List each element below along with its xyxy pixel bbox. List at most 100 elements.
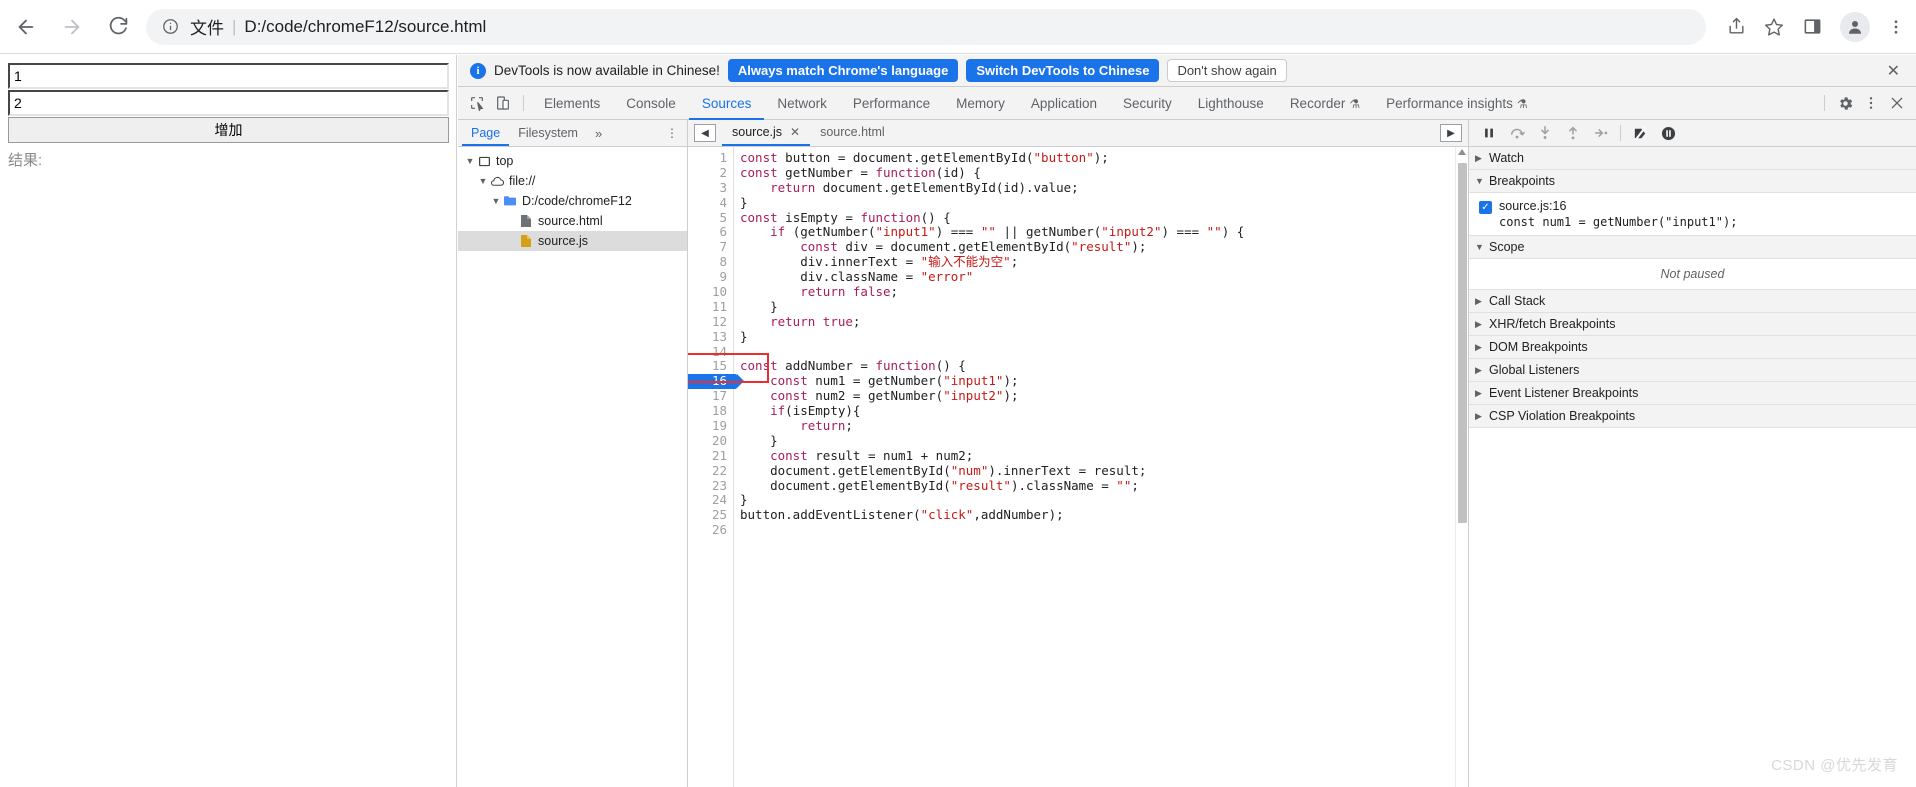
- code-line[interactable]: [740, 345, 1468, 360]
- tab-lighthouse[interactable]: Lighthouse: [1185, 88, 1277, 120]
- chevron-down-icon[interactable]: ▼: [464, 156, 476, 166]
- code-line[interactable]: return false;: [740, 284, 1468, 300]
- code-line[interactable]: }: [740, 195, 1468, 211]
- close-devtools-icon[interactable]: [1884, 90, 1910, 116]
- line-number[interactable]: 9: [688, 269, 733, 285]
- tab-memory[interactable]: Memory: [943, 88, 1018, 120]
- line-number[interactable]: 15: [688, 359, 733, 374]
- pause-on-exceptions-icon[interactable]: [1654, 120, 1682, 146]
- line-number[interactable]: 6: [688, 225, 733, 240]
- always-match-language-button[interactable]: Always match Chrome's language: [727, 59, 959, 82]
- tab-elements[interactable]: Elements: [531, 88, 613, 120]
- tab-console[interactable]: Console: [613, 88, 689, 120]
- line-number[interactable]: 14: [688, 344, 733, 360]
- code-line[interactable]: document.getElementById("num").innerText…: [740, 463, 1468, 479]
- address-bar[interactable]: 文件 | D:/code/chromeF12/source.html: [146, 8, 1706, 45]
- inspect-element-icon[interactable]: [464, 90, 490, 116]
- side-panel-icon[interactable]: [1794, 9, 1830, 45]
- line-number[interactable]: 10: [688, 284, 733, 300]
- code-line[interactable]: div.className = "error": [740, 269, 1468, 285]
- line-number[interactable]: 26: [688, 522, 733, 538]
- line-number[interactable]: 21: [688, 448, 733, 464]
- share-icon[interactable]: [1718, 9, 1754, 45]
- section-csp-violation-breakpoints[interactable]: ▶ CSP Violation Breakpoints: [1469, 405, 1916, 428]
- line-number[interactable]: 25: [688, 507, 733, 523]
- tab-performance[interactable]: Performance: [840, 88, 943, 120]
- tree-item-folder[interactable]: ▼ D:/code/chromeF12: [458, 191, 687, 211]
- code-line[interactable]: return true;: [740, 314, 1468, 330]
- line-number[interactable]: 8: [688, 254, 733, 270]
- scrollbar-thumb[interactable]: [1458, 163, 1467, 523]
- code-line[interactable]: div.innerText = "输入不能为空";: [740, 254, 1468, 270]
- dont-show-again-button[interactable]: Don't show again: [1167, 59, 1287, 82]
- close-icon[interactable]: ✕: [790, 119, 800, 145]
- navigator-more-tabs-icon[interactable]: »: [587, 126, 610, 141]
- pause-icon[interactable]: [1475, 120, 1503, 146]
- code-text[interactable]: const button = document.getElementById("…: [734, 147, 1468, 787]
- banner-close-icon[interactable]: ✕: [1877, 61, 1910, 81]
- code-line[interactable]: }: [740, 329, 1468, 345]
- line-number[interactable]: 23: [688, 478, 733, 494]
- forward-button[interactable]: [52, 7, 92, 47]
- step-into-icon[interactable]: [1531, 120, 1559, 146]
- step-icon[interactable]: [1587, 120, 1615, 146]
- navigator-kebab-icon[interactable]: ⋮: [657, 126, 687, 140]
- line-number-gutter[interactable]: 1 2 3 4 5 6 7 8 9 10 11 12 13 14 15 16 17 18 19 20 21 22 23 24 2…: [688, 147, 744, 787]
- code-line[interactable]: return document.getElementById(id).value…: [740, 180, 1468, 196]
- device-toolbar-icon[interactable]: [490, 90, 516, 116]
- section-call-stack[interactable]: ▶ Call Stack: [1469, 290, 1916, 313]
- tree-item-top[interactable]: ▼ top: [458, 151, 687, 171]
- code-line[interactable]: document.getElementById("result").classN…: [740, 478, 1468, 494]
- code-line[interactable]: const num1 = getNumber("input1");: [740, 373, 1468, 389]
- code-line[interactable]: return;: [740, 418, 1468, 434]
- section-dom-breakpoints[interactable]: ▶ DOM Breakpoints: [1469, 336, 1916, 359]
- line-number[interactable]: 22: [688, 463, 733, 479]
- code-line[interactable]: [740, 523, 1468, 538]
- chevron-down-icon[interactable]: ▼: [490, 196, 502, 206]
- line-number[interactable]: 5: [688, 210, 733, 226]
- code-line[interactable]: if (getNumber("input1") === "" || getNum…: [740, 225, 1468, 240]
- add-button[interactable]: 增加: [8, 117, 449, 143]
- line-number[interactable]: 24: [688, 493, 733, 508]
- code-line[interactable]: const getNumber = function(id) {: [740, 165, 1468, 181]
- code-line[interactable]: const button = document.getElementById("…: [740, 150, 1468, 166]
- section-event-listener-breakpoints[interactable]: ▶ Event Listener Breakpoints: [1469, 382, 1916, 405]
- tree-item-source-html[interactable]: source.html: [458, 211, 687, 231]
- kebab-menu-icon[interactable]: [1878, 9, 1914, 45]
- kebab-menu-icon[interactable]: [1858, 90, 1884, 116]
- code-line[interactable]: const isEmpty = function() {: [740, 210, 1468, 226]
- chevron-down-icon[interactable]: ▼: [477, 176, 489, 186]
- breakpoint-item[interactable]: ✓ source.js:16 const num1 = getNumber("i…: [1469, 197, 1916, 231]
- line-number[interactable]: 20: [688, 433, 733, 449]
- reload-button[interactable]: [98, 7, 138, 47]
- tree-item-file-origin[interactable]: ▼ file://: [458, 171, 687, 191]
- section-watch[interactable]: ▶ Watch: [1469, 147, 1916, 170]
- editor-tab-source-js[interactable]: source.js ✕: [722, 119, 811, 146]
- star-icon[interactable]: [1756, 9, 1792, 45]
- tab-application[interactable]: Application: [1018, 88, 1110, 120]
- section-global-listeners[interactable]: ▶ Global Listeners: [1469, 359, 1916, 382]
- section-xhr-fetch-breakpoints[interactable]: ▶ XHR/fetch Breakpoints: [1469, 313, 1916, 336]
- tab-sources[interactable]: Sources: [688, 88, 765, 120]
- code-line[interactable]: }: [740, 493, 1468, 508]
- breakpoint-checkbox[interactable]: ✓: [1479, 201, 1492, 214]
- scroll-up-arrow-icon[interactable]: [1458, 149, 1466, 155]
- step-out-icon[interactable]: [1559, 120, 1587, 146]
- line-number[interactable]: 17: [688, 388, 733, 404]
- input-number-2[interactable]: [8, 90, 449, 116]
- step-over-icon[interactable]: [1503, 120, 1531, 146]
- switch-to-chinese-button[interactable]: Switch DevTools to Chinese: [966, 59, 1160, 82]
- editor-vertical-scrollbar[interactable]: [1455, 147, 1468, 787]
- collapse-debugger-icon[interactable]: ▶: [1440, 124, 1462, 142]
- tab-recorder[interactable]: Recorder ⚗: [1277, 88, 1373, 120]
- code-line[interactable]: }: [740, 433, 1468, 449]
- line-number[interactable]: 16: [688, 373, 744, 390]
- line-number[interactable]: 13: [688, 329, 733, 345]
- tab-security[interactable]: Security: [1110, 88, 1185, 120]
- collapse-navigator-icon[interactable]: ◀: [694, 124, 716, 142]
- tree-item-source-js[interactable]: source.js: [458, 231, 687, 251]
- line-number[interactable]: 3: [688, 180, 733, 196]
- code-line[interactable]: const result = num1 + num2;: [740, 448, 1468, 464]
- code-line[interactable]: const addNumber = function() {: [740, 359, 1468, 374]
- code-line[interactable]: const div = document.getElementById("res…: [740, 239, 1468, 255]
